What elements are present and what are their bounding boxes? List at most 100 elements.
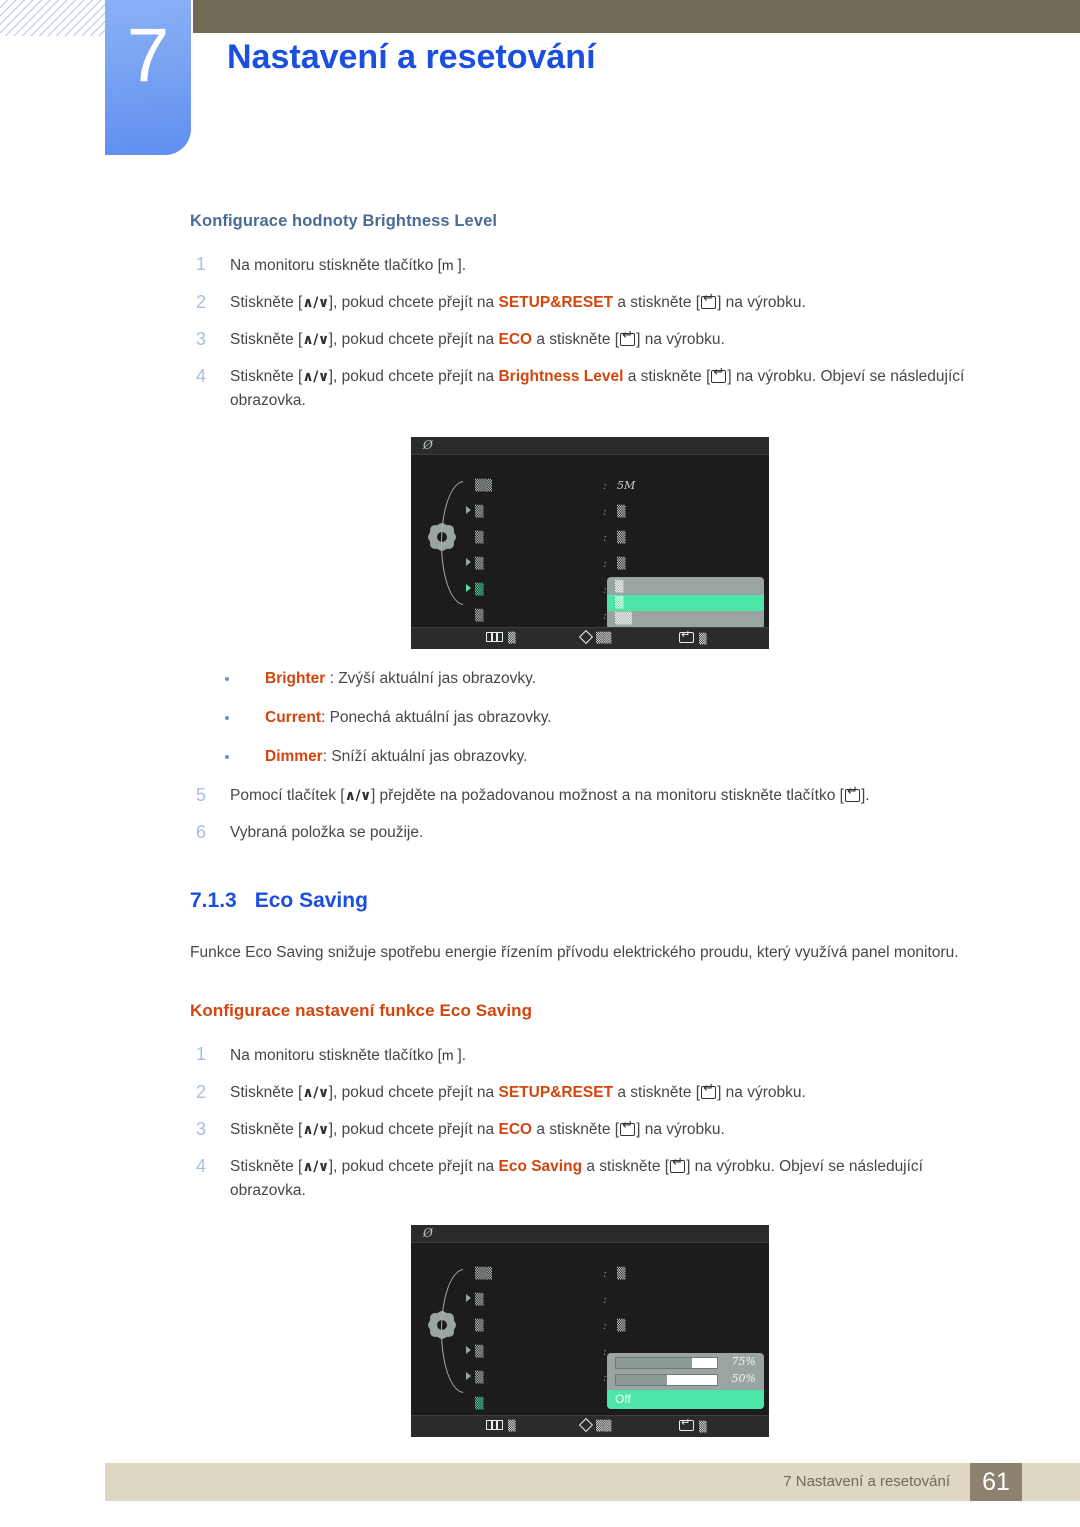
footer-bar: 7 Nastavení a resetování 61 [105,1463,1080,1501]
osd-value-row: :5M [603,473,763,499]
osd-menu-label: ▒ [475,1319,484,1332]
eco-steps-list: 1 Na monitoru stiskněte tlačítko [m ]. 2 St… [190,1043,990,1203]
osd-value-label: ▒ [617,1319,626,1332]
osd-menu-item[interactable]: ▒ [466,1365,596,1391]
osd-menu-item[interactable]: ▒ [466,1339,596,1365]
brightness-options-list: Brighter : Zvýší aktuální jas obrazovky.… [190,667,990,769]
bars-icon [486,1420,503,1430]
step-text: Stiskněte [∧/∨], pokud chcete přejít na … [230,292,806,311]
osd-slider-value: 50% [731,1372,756,1385]
osd-menu-label: ▒ [475,1371,484,1384]
osd-value-row: :▒ [603,1261,763,1287]
osd-menu-item[interactable]: ▒ [466,551,596,577]
osd-menu-item[interactable]: ▒ [466,603,596,629]
caret-right-icon [466,1294,471,1302]
osd-menu-item[interactable]: ▒▒ [466,1261,596,1287]
osd-menu-item[interactable]: ▒ [466,1313,596,1339]
step-number: 3 [196,1119,207,1139]
step-text: Pomocí tlačítek [∧/∨] přejděte na požado… [230,785,870,804]
osd-menu-item[interactable]: ▒ [466,577,596,603]
osd-bottom-item[interactable]: ▒▒ [578,629,611,645]
osd-bottom-bar: ▒▒▒▒ [411,627,769,649]
chapter-title: Nastavení a resetování [227,38,596,76]
osd-menu-item[interactable]: ▒ [466,1391,596,1417]
caret-right-icon [466,584,471,592]
step-number: 4 [196,1156,207,1176]
osd-menu-item[interactable]: ▒ [466,1287,596,1313]
osd-value-label: 5M [617,479,636,492]
step-item: 5 Pomocí tlačítek [∧/∨] přejděte na požad… [190,784,990,808]
osd-slider-row[interactable]: 75% [615,1355,756,1370]
step-text: Vybraná položka se použije. [230,824,424,841]
osd-popup-option[interactable]: ▒ [607,579,764,595]
updown-key-icon: ∧/∨ [302,332,329,348]
step-number: 5 [196,785,207,805]
step-text: Na monitoru stiskněte tlačítko [m ]. [230,1047,467,1064]
osd-menu-item[interactable]: ▒ [466,499,596,525]
enter-key-icon [620,329,636,346]
osd-titlebar: Ø [411,437,769,455]
osd-off-option[interactable]: Off [607,1390,764,1409]
step-item: 1 Na monitoru stiskněte tlačítko [m ]. [190,253,990,278]
osd-bottom-label: ▒ [699,634,707,645]
osd-menu-label: ▒ [475,1345,484,1358]
bullet-item: Brighter : Zvýší aktuální jas obrazovky. [190,667,990,691]
highlighted-term: SETUP&RESET [498,294,614,311]
eco-section-heading: 7.1.3 Eco Saving [190,889,990,913]
enter-key-icon [670,1156,686,1173]
chapter-badge: 7 [105,0,191,155]
step-text: Stiskněte [∧/∨], pokud chcete přejít na … [230,1156,923,1199]
osd-slider-value: 75% [731,1355,756,1368]
highlighted-term: ECO [498,331,533,348]
enter-key-icon [701,292,717,309]
osd-slider-row[interactable]: 50% [615,1372,756,1387]
osd-colon: : [603,531,607,544]
osd-option-popup[interactable]: ▒ ▒ ▒▒ [607,577,764,629]
diamond-icon [578,629,594,645]
osd-value-row: :▒ [603,551,763,577]
osd-value-row: :▒ [603,1313,763,1339]
osd-popup-option[interactable]: ▒ [607,595,764,611]
bullet-item: Dimmer: Sníží aktuální jas obrazovky. [190,745,990,769]
step-number: 2 [196,1082,207,1102]
footer-chapter-label: 7 Nastavení a resetování [783,1473,950,1490]
osd-popup-option[interactable]: ▒▒ [607,611,764,627]
osd-value-label: ▒ [617,531,626,544]
osd-bottom-item[interactable]: ▒ [679,629,707,645]
eco-section-number: 7.1.3 [190,889,237,912]
step-number: 3 [196,329,207,349]
osd-bottom-bar: ▒▒▒▒ [411,1415,769,1437]
osd-bottom-item[interactable]: ▒▒ [578,1417,611,1433]
caret-right-icon [466,558,471,566]
osd-menu-label: ▒ [475,505,484,518]
step-text: Stiskněte [∧/∨], pokud chcete přejít na … [230,329,725,348]
step-item: 2 Stiskněte [∧/∨], pokud chcete přejít na… [190,291,990,315]
osd-bottom-item[interactable]: ▒ [486,632,516,644]
return-icon [679,629,694,643]
osd-colon: : [603,1267,607,1280]
osd-slider-track[interactable] [615,1357,718,1369]
osd-colon: : [603,557,607,570]
osd-value-label: ▒ [617,557,626,570]
step-number: 2 [196,292,207,312]
osd-slider-popup[interactable]: 75% 50% Off [607,1353,764,1409]
osd-bottom-item[interactable]: ▒ [679,1417,707,1433]
osd-menu-label: ▒ [475,557,484,570]
osd-colon: : [603,1293,607,1306]
updown-key-icon: ∧/∨ [302,1122,329,1138]
osd-menu-item[interactable]: ▒▒ [466,473,596,499]
osd-value-label: ▒ [617,505,626,518]
osd-ecosaving-screenshot: Ø ▒▒▒▒▒▒▒▒ :▒::▒:: 75%50%Off ▒▒▒▒ [411,1225,769,1437]
osd-value-row: :▒ [603,499,763,525]
osd-menu-item[interactable]: ▒ [466,525,596,551]
eco-section-title: Eco Saving [254,889,368,912]
osd-brightness-screenshot: Ø ▒▒▒▒▒▒▒▒ :5M:▒:▒:▒::▒ ▒▒▒▒ ▒▒▒▒ [411,437,769,649]
osd-slider-track[interactable] [615,1374,718,1386]
page-number: 61 [970,1463,1022,1501]
step-number: 1 [196,254,207,274]
osd-menu-label: ▒ [475,609,484,622]
step-item: 3 Stiskněte [∧/∨], pokud chcete přejít na… [190,328,990,352]
updown-key-icon: ∧/∨ [302,295,329,311]
osd-titlebar: Ø [411,1225,769,1243]
osd-bottom-item[interactable]: ▒ [486,1420,516,1432]
